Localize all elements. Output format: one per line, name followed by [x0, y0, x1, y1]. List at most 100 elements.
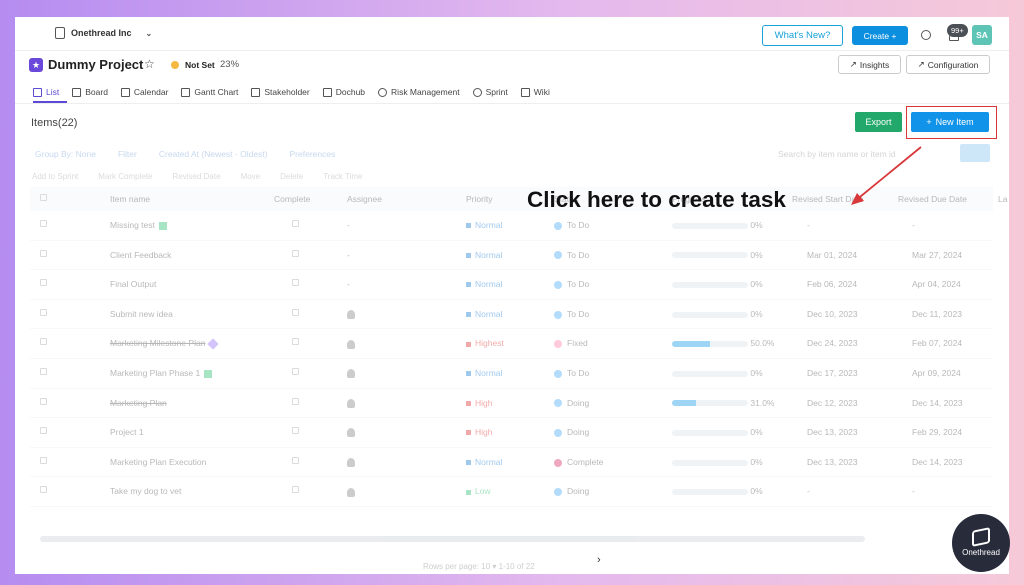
- select-all-checkbox[interactable]: [40, 194, 47, 201]
- sort-dropdown[interactable]: Created At (Newest - Oldest): [159, 149, 268, 159]
- assignee-cell[interactable]: [347, 457, 355, 468]
- horizontal-scrollbar[interactable]: [40, 536, 865, 542]
- row-checkbox[interactable]: [40, 486, 47, 494]
- revised-start-date[interactable]: Dec 13, 2023: [807, 427, 858, 437]
- table-row[interactable]: Final Output - Normal To Do 0% Feb 06, 2024 A…: [30, 270, 993, 300]
- revised-due-date[interactable]: -: [912, 220, 915, 230]
- complete-checkbox[interactable]: [292, 368, 299, 375]
- status-cell[interactable]: To Do: [554, 368, 589, 378]
- revised-due-date[interactable]: Dec 11, 2023: [912, 309, 962, 319]
- revised-start-date[interactable]: Dec 24, 2023: [807, 338, 858, 348]
- revised-due-date[interactable]: Feb 07, 2024: [912, 338, 962, 348]
- row-checkbox[interactable]: [40, 308, 47, 316]
- item-name[interactable]: Marketing Plan: [110, 398, 167, 408]
- row-checkbox[interactable]: [40, 427, 47, 435]
- item-name[interactable]: Submit new idea: [110, 309, 173, 319]
- complete-checkbox[interactable]: [292, 427, 299, 435]
- configuration-button[interactable]: ↗ Configuration: [906, 55, 990, 74]
- assignee-cell[interactable]: [347, 486, 355, 497]
- tab-dochub[interactable]: Dochub: [322, 83, 365, 101]
- add-to-sprint-action[interactable]: Add to Sprint: [32, 172, 78, 181]
- row-checkbox[interactable]: [40, 368, 47, 375]
- complete-checkbox[interactable]: [292, 249, 299, 257]
- revised-due-date[interactable]: -: [912, 486, 915, 496]
- complete-checkbox[interactable]: [292, 456, 299, 464]
- column-header[interactable]: Complete: [274, 194, 310, 204]
- priority-cell[interactable]: Normal: [466, 279, 502, 289]
- column-header[interactable]: Assignee: [347, 194, 382, 204]
- user-avatar-icon[interactable]: [347, 310, 355, 320]
- revised-start-date[interactable]: Dec 10, 2023: [807, 309, 858, 319]
- user-avatar-icon[interactable]: [347, 487, 355, 497]
- priority-cell[interactable]: Normal: [466, 368, 502, 378]
- user-avatar-icon[interactable]: [347, 398, 355, 408]
- complete-checkbox[interactable]: [292, 279, 299, 287]
- user-avatar-icon[interactable]: [347, 458, 355, 468]
- table-row[interactable]: Take my dog to vet Low Doing 0% - -: [30, 477, 993, 507]
- export-button[interactable]: Export: [855, 112, 902, 132]
- table-row[interactable]: Client Feedback - Normal To Do 0% Mar 01, 20…: [30, 241, 993, 271]
- revised-start-date[interactable]: Dec 13, 2023: [807, 457, 858, 467]
- assignee-cell[interactable]: [347, 338, 355, 349]
- tab-wiki[interactable]: Wiki: [520, 83, 550, 101]
- assignee-cell[interactable]: -: [347, 220, 350, 230]
- tab-board[interactable]: Board: [72, 83, 108, 101]
- revised-start-date[interactable]: Dec 12, 2023: [807, 398, 858, 408]
- complete-checkbox[interactable]: [292, 397, 299, 405]
- revised-due-date[interactable]: Apr 09, 2024: [912, 368, 961, 378]
- assignee-cell[interactable]: [347, 427, 355, 438]
- status-cell[interactable]: Fixed: [554, 338, 588, 348]
- priority-cell[interactable]: High: [466, 398, 492, 408]
- user-avatar-icon[interactable]: [347, 369, 355, 379]
- column-header[interactable]: Priority: [466, 194, 492, 204]
- revised-start-date[interactable]: Dec 17, 2023: [807, 368, 858, 378]
- table-row[interactable]: Marketing Plan Execution Normal Complete 0…: [30, 448, 993, 478]
- search-button[interactable]: [960, 144, 990, 162]
- item-name[interactable]: Project 1: [110, 427, 144, 437]
- assignee-cell[interactable]: -: [347, 279, 350, 289]
- avatar[interactable]: SA: [972, 25, 992, 45]
- item-name[interactable]: Marketing Plan Execution: [110, 457, 206, 467]
- user-avatar-icon[interactable]: [347, 339, 355, 349]
- chat-icon[interactable]: [921, 30, 931, 40]
- revised-start-date[interactable]: -: [807, 220, 810, 230]
- group-by-dropdown[interactable]: Group By: None: [35, 149, 96, 159]
- assignee-cell[interactable]: [347, 398, 355, 408]
- revised-due-date[interactable]: Apr 04, 2024: [912, 279, 961, 289]
- priority-cell[interactable]: Low: [466, 486, 491, 496]
- item-name[interactable]: Marketing Plan Phase 1: [110, 368, 213, 378]
- delete-action[interactable]: Delete: [280, 172, 303, 181]
- new-item-button[interactable]: + New Item: [911, 112, 989, 132]
- column-header[interactable]: Item name: [110, 194, 150, 204]
- revised-date-action[interactable]: Revised Date: [173, 172, 221, 181]
- org-switcher[interactable]: Onethread Inc ⌄: [55, 27, 152, 39]
- row-checkbox[interactable]: [40, 220, 47, 227]
- priority-cell[interactable]: Normal: [466, 457, 502, 467]
- table-row[interactable]: Missing test - Normal To Do 0% - -: [30, 211, 993, 241]
- tab-sprint[interactable]: Sprint: [472, 83, 508, 101]
- track-time-action[interactable]: Track Time: [323, 172, 362, 181]
- user-avatar-icon[interactable]: [347, 428, 355, 438]
- complete-checkbox[interactable]: [292, 338, 299, 346]
- item-name[interactable]: Missing test: [110, 220, 167, 230]
- row-checkbox[interactable]: [40, 456, 47, 464]
- next-page-icon[interactable]: ›: [597, 554, 601, 566]
- priority-cell[interactable]: High: [466, 427, 492, 437]
- table-row[interactable]: Submit new idea Normal To Do 0% Dec 10, 202…: [30, 300, 993, 330]
- create-button[interactable]: Create +: [852, 26, 908, 45]
- revised-due-date[interactable]: Feb 29, 2024: [912, 427, 962, 437]
- tab-calendar[interactable]: Calendar: [120, 83, 168, 101]
- row-checkbox[interactable]: [40, 338, 47, 346]
- revised-due-date[interactable]: Dec 14, 2023: [912, 457, 963, 467]
- item-name[interactable]: Take my dog to vet: [110, 486, 181, 496]
- table-row[interactable]: Marketing Milestone Plan Highest Fixed 50.…: [30, 329, 993, 359]
- complete-checkbox[interactable]: [292, 220, 299, 227]
- row-checkbox[interactable]: [40, 249, 47, 257]
- status-cell[interactable]: To Do: [554, 309, 589, 319]
- revised-start-date[interactable]: Mar 01, 2024: [807, 250, 857, 260]
- favorite-star-icon[interactable]: ☆: [144, 57, 155, 71]
- tab-risk-management[interactable]: Risk Management: [378, 83, 460, 101]
- preferences-button[interactable]: Preferences: [290, 149, 336, 159]
- status-cell[interactable]: Complete: [554, 457, 603, 467]
- move-action[interactable]: Move: [241, 172, 261, 181]
